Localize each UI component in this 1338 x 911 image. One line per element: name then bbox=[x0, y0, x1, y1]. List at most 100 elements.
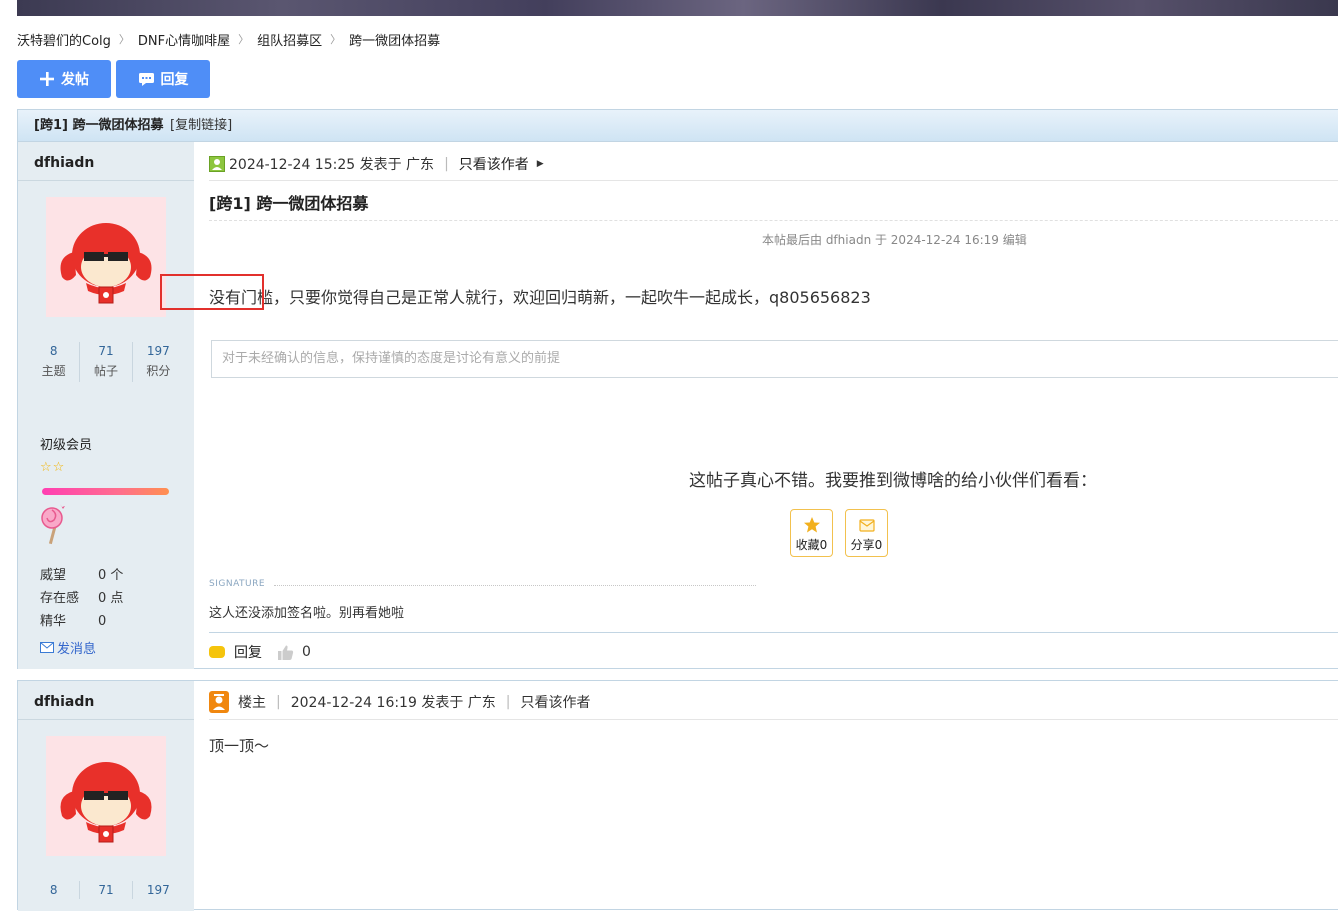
stat-threads-label: 主题 bbox=[41, 364, 66, 378]
new-post-label: 发帖 bbox=[61, 72, 89, 88]
avatar[interactable] bbox=[46, 197, 166, 317]
signature-label: SIGNATURE bbox=[209, 579, 266, 589]
reply-button[interactable]: 回复 bbox=[116, 60, 210, 98]
meta-separator-3: | bbox=[505, 694, 511, 710]
info-presence-value: 0 点 bbox=[98, 591, 124, 606]
post-meta: 2024-12-24 15:25 发表于 广东 | 只看该作者 ▶ bbox=[209, 154, 544, 174]
title-divider bbox=[209, 220, 1338, 222]
meta-divider bbox=[209, 180, 1338, 181]
share-prompt: 这帖子真心不错。我要推到微博啥的给小伙伴们看看： bbox=[689, 471, 1097, 491]
stat-posts-2[interactable]: 71 bbox=[79, 881, 131, 899]
envelope-icon bbox=[40, 642, 54, 653]
post-content-2: 顶一顶～ bbox=[209, 737, 270, 755]
louzhu-icon bbox=[209, 691, 229, 713]
author-only-link-2[interactable]: 只看该作者 bbox=[521, 692, 591, 712]
stat-posts-value-2: 71 bbox=[98, 883, 114, 897]
thumbs-up-icon[interactable] bbox=[277, 644, 294, 661]
thread-title: [跨1] 跨一微团体招募 bbox=[34, 118, 164, 133]
meta-separator: | bbox=[444, 156, 449, 172]
breadcrumb-separator-icon: 〉 bbox=[330, 33, 342, 46]
breadcrumb: 沃特碧们的Colg 〉 DNF心情咖啡屋 〉 组队招募区 〉 跨一微团体招募 bbox=[17, 30, 440, 49]
user-icon bbox=[209, 156, 225, 172]
breadcrumb-item-home[interactable]: 沃特碧们的Colg bbox=[17, 30, 111, 49]
sidebar-divider-2 bbox=[18, 719, 194, 720]
stat-posts[interactable]: 71 帖子 bbox=[79, 342, 131, 382]
stat-points[interactable]: 197 积分 bbox=[131, 342, 184, 382]
avatar-image-2 bbox=[60, 762, 152, 843]
share-button[interactable]: 分享0 bbox=[845, 509, 888, 557]
avatar-image bbox=[60, 223, 152, 304]
breadcrumb-separator-icon: 〉 bbox=[118, 33, 130, 46]
tip-input[interactable]: 对于未经确认的信息，保持谨慎的态度是讨论有意义的前提 bbox=[211, 340, 1338, 378]
post-body-2: 楼主 | 2024-12-24 16:19 发表于 广东 | 只看该作者 顶一顶… bbox=[194, 681, 1338, 911]
stat-points-2[interactable]: 197 bbox=[131, 881, 184, 899]
author-only-link[interactable]: 只看该作者 bbox=[459, 154, 529, 174]
signature-divider bbox=[274, 585, 756, 587]
thread-post-1: [跨1] 跨一微团体招募 [复制链接] dfhiadn 8 主题 71 帖子 1… bbox=[17, 109, 1338, 669]
breadcrumb-item-forum[interactable]: DNF心情咖啡屋 bbox=[138, 30, 230, 49]
breadcrumb-item-section[interactable]: 组队招募区 bbox=[257, 30, 322, 49]
breadcrumb-item-current[interactable]: 跨一微团体招募 bbox=[349, 30, 440, 49]
author-stats: 8 主题 71 帖子 197 积分 bbox=[28, 342, 184, 382]
info-prestige-value: 0 个 bbox=[98, 568, 124, 583]
highlight-box bbox=[160, 274, 264, 310]
meta-divider-2 bbox=[209, 719, 1338, 720]
post-reply-link[interactable]: 回复 bbox=[234, 642, 262, 662]
header-banner bbox=[17, 0, 1338, 16]
edit-notice: 本帖最后由 dfhiadn 于 2024-12-24 16:19 编辑 bbox=[762, 233, 1027, 247]
new-post-button[interactable]: 发帖 bbox=[17, 60, 111, 98]
copy-link[interactable]: [复制链接] bbox=[170, 118, 232, 133]
share-envelope-icon bbox=[858, 519, 875, 532]
share-label: 分享0 bbox=[850, 538, 883, 552]
info-presence-label: 存在感 bbox=[40, 591, 80, 606]
plus-icon bbox=[39, 71, 55, 87]
louzhu-label: 楼主 bbox=[238, 695, 266, 711]
post-datetime-2: 2024-12-24 16:19 发表于 广东 bbox=[290, 695, 496, 711]
author-sidebar-2: dfhiadn 8 71 197 bbox=[18, 681, 194, 911]
info-prestige-label: 威望 bbox=[40, 568, 67, 583]
stat-posts-value: 71 bbox=[98, 344, 114, 358]
post-body: 2024-12-24 15:25 发表于 广东 | 只看该作者 ▶ [跨1] 跨… bbox=[160, 142, 1338, 669]
member-rank[interactable]: 初级会员 bbox=[40, 434, 92, 453]
author-stats-2: 8 71 197 bbox=[28, 881, 184, 899]
footer-divider bbox=[209, 632, 1338, 633]
info-presence: 存在感 0 点 bbox=[40, 587, 123, 606]
stat-posts-label: 帖子 bbox=[93, 364, 118, 378]
favorite-button[interactable]: 收藏0 bbox=[790, 509, 833, 557]
send-message-label: 发消息 bbox=[57, 642, 97, 657]
post-content: 没有门槛，只要你觉得自己是正常人就行，欢迎回归萌新，一起吹牛一起成长，q8056… bbox=[209, 288, 871, 307]
favorite-label: 收藏0 bbox=[795, 538, 828, 552]
level-progress-bar bbox=[42, 488, 169, 495]
info-prestige: 威望 0 个 bbox=[40, 564, 123, 583]
stat-threads[interactable]: 8 主题 bbox=[28, 342, 79, 382]
info-essence-label: 精华 bbox=[40, 614, 67, 629]
author-name-2[interactable]: dfhiadn bbox=[34, 694, 94, 710]
meta-separator-2: | bbox=[276, 694, 281, 710]
stat-threads-value: 8 bbox=[49, 344, 58, 358]
stat-points-value: 197 bbox=[146, 344, 170, 358]
stat-points-label: 积分 bbox=[146, 364, 171, 378]
like-count: 0 bbox=[302, 644, 311, 660]
stat-threads-2[interactable]: 8 bbox=[28, 881, 79, 899]
thread-post-2: dfhiadn 8 71 197 楼主 | 2024-12-24 16:19 发… bbox=[17, 680, 1338, 911]
stat-points-value-2: 197 bbox=[146, 883, 170, 897]
post-footer: 回复 0 bbox=[209, 642, 311, 662]
sidebar-divider bbox=[18, 180, 194, 181]
info-essence: 精华 0 bbox=[40, 610, 106, 629]
avatar-2[interactable] bbox=[46, 736, 166, 856]
stat-threads-value-2: 8 bbox=[49, 883, 58, 897]
breadcrumb-separator-icon: 〉 bbox=[238, 33, 250, 46]
rank-stars-icon: ☆☆ bbox=[40, 460, 66, 475]
lollipop-medal-icon[interactable] bbox=[40, 502, 70, 546]
star-icon bbox=[803, 517, 820, 533]
send-message-link[interactable]: 发消息 bbox=[40, 638, 96, 657]
reply-label: 回复 bbox=[160, 72, 189, 88]
thread-header: [跨1] 跨一微团体招募 [复制链接] bbox=[18, 110, 1338, 142]
author-sidebar: dfhiadn 8 主题 71 帖子 197 积分 初级会员 ☆☆ 威望 0 个… bbox=[18, 142, 194, 669]
post-title: [跨1] 跨一微团体招募 bbox=[209, 194, 369, 213]
author-name[interactable]: dfhiadn bbox=[34, 155, 94, 171]
comment-icon bbox=[138, 72, 155, 87]
post-datetime: 2024-12-24 15:25 发表于 广东 bbox=[229, 157, 435, 173]
reply-bubble-icon bbox=[209, 646, 225, 658]
caret-right-icon[interactable]: ▶ bbox=[537, 159, 544, 169]
